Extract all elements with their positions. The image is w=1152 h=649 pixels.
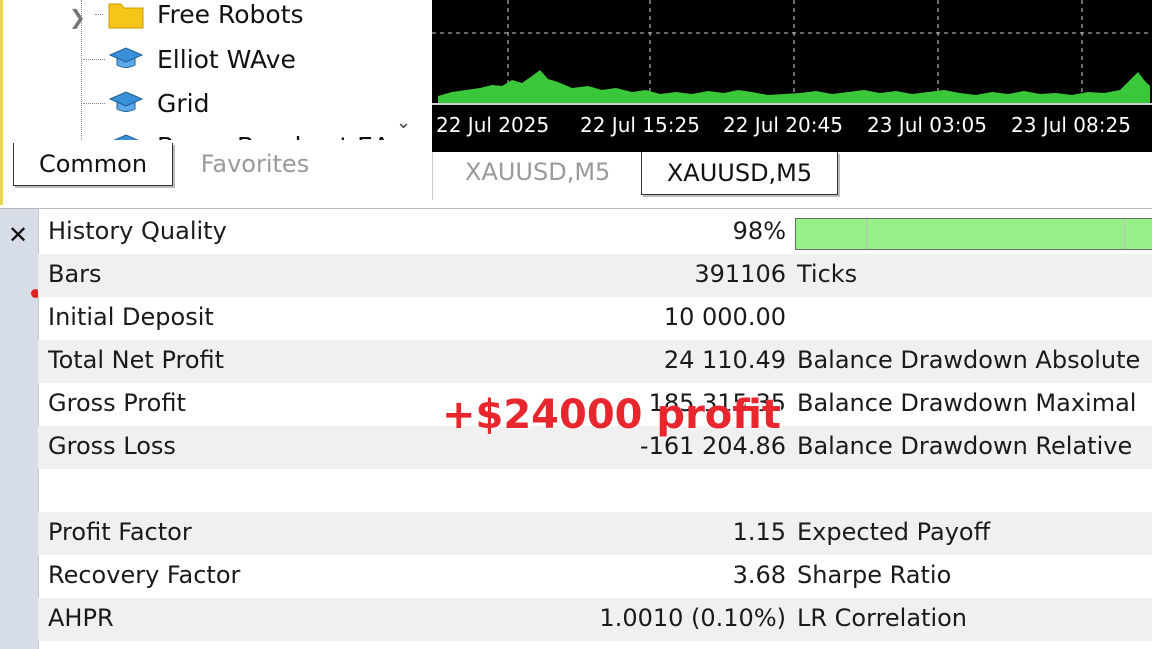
- bar-segment: [1124, 219, 1125, 249]
- report-row: Recovery Factor 3.68 Sharpe Ratio: [38, 555, 1152, 598]
- row-label-right: Sharpe Ratio: [797, 561, 952, 589]
- nav-item-label: Elliot WAve: [157, 44, 296, 74]
- row-label: Initial Deposit: [48, 303, 214, 331]
- row-label-right: Balance Drawdown Maximal: [797, 389, 1137, 417]
- row-value: 1.0010 (0.10%): [599, 604, 786, 632]
- tab-chart-xauusd-2[interactable]: XAUUSD,M5: [641, 152, 838, 195]
- graduation-cap-icon: [107, 43, 145, 75]
- report-row: Bars 391106 Ticks: [38, 254, 1152, 297]
- row-label-right: Balance Drawdown Relative: [797, 432, 1133, 460]
- time-axis-label: 22 Jul 15:25: [580, 113, 700, 137]
- row-label: Gross Loss: [48, 432, 176, 460]
- folder-icon: [107, 0, 145, 30]
- tab-common[interactable]: Common: [13, 143, 173, 186]
- row-value: 10 000.00: [663, 303, 786, 331]
- row-label-right: Expected Payoff: [797, 518, 991, 546]
- nav-item-free-robots[interactable]: Free Robots: [107, 0, 304, 34]
- nav-item-label: Boom Breakout EA: [157, 132, 390, 141]
- history-quality-bar: [795, 218, 1152, 250]
- row-label: Bars: [48, 260, 102, 288]
- graduation-cap-icon: [107, 87, 145, 119]
- row-label: Total Net Profit: [48, 346, 225, 374]
- nav-item-label: Grid: [157, 88, 210, 118]
- tree-branch: [83, 59, 105, 60]
- report-row: AHPR 1.0010 (0.10%) LR Correlation: [38, 598, 1152, 641]
- row-label: AHPR: [48, 604, 114, 632]
- time-axis-label: 22 Jul 2025: [436, 113, 550, 137]
- nav-item-boom-breakout[interactable]: Boom Breakout EA: [107, 126, 390, 140]
- navigator-tabs: Common Favorites: [13, 143, 433, 188]
- report-row-empty: [38, 469, 1152, 512]
- row-label: Gross Profit: [48, 389, 186, 417]
- row-value: 3.68: [732, 561, 786, 589]
- tree-branch: [83, 103, 105, 104]
- nav-item-grid[interactable]: Grid: [107, 83, 209, 123]
- report-row: Profit Factor 1.15 Expected Payoff: [38, 512, 1152, 555]
- row-value: 391106: [694, 260, 786, 288]
- row-label: History Quality: [48, 217, 227, 245]
- report-row: History Quality 98%: [38, 211, 1152, 254]
- nav-item-elliot-wave[interactable]: Elliot WAve: [107, 39, 296, 79]
- tab-favorites[interactable]: Favorites: [185, 143, 325, 185]
- tab-chart-xauusd-1[interactable]: XAUUSD,M5: [465, 158, 610, 186]
- row-label: Recovery Factor: [48, 561, 241, 589]
- row-value: 98%: [732, 217, 786, 245]
- close-icon[interactable]: ✕: [8, 221, 28, 249]
- time-axis-label: 23 Jul 03:05: [867, 113, 987, 137]
- chart-tabs: XAUUSD,M5 XAUUSD,M5: [432, 152, 1152, 200]
- row-value: 24 110.49: [663, 346, 786, 374]
- report-side-strip: ✕: [0, 209, 40, 649]
- report-row: Total Net Profit 24 110.49 Balance Drawd…: [38, 340, 1152, 383]
- report-row: Initial Deposit 10 000.00: [38, 297, 1152, 340]
- tree-branch: [95, 14, 103, 16]
- expand-chevron-icon[interactable]: ❯: [69, 5, 86, 29]
- price-chart[interactable]: 22 Jul 2025 22 Jul 15:25 22 Jul 20:45 23…: [432, 0, 1152, 152]
- navigator-tree: ❯ Free Robots Elliot WAve Grid Boom Brea…: [3, 0, 413, 140]
- row-label: Profit Factor: [48, 518, 192, 546]
- navigator-panel: ❯ Free Robots Elliot WAve Grid Boom Brea…: [0, 0, 433, 205]
- time-axis-label: 23 Jul 08:25: [1011, 113, 1131, 137]
- graduation-cap-icon: [107, 130, 145, 140]
- scroll-down-chevron-icon[interactable]: ⌄: [396, 112, 411, 133]
- row-label-right: Balance Drawdown Absolute: [797, 346, 1141, 374]
- bar-segment: [866, 219, 867, 249]
- nav-item-label: Free Robots: [157, 0, 304, 29]
- profit-overlay-text: +$24000 profit: [442, 392, 782, 438]
- row-label-right: LR Correlation: [797, 604, 968, 632]
- row-value: 1.15: [732, 518, 786, 546]
- time-axis-label: 22 Jul 20:45: [723, 113, 843, 137]
- row-label-right: Ticks: [797, 260, 858, 288]
